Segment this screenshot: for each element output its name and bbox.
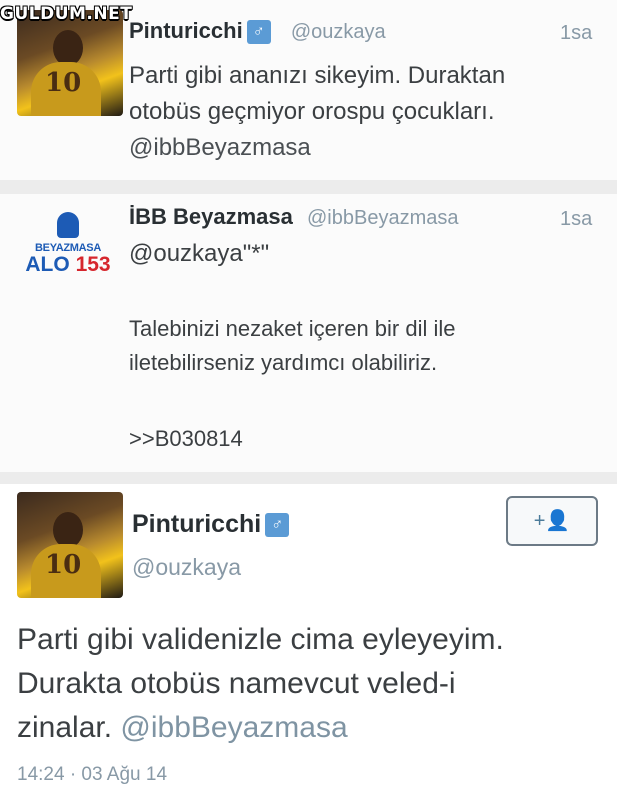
logo-text-alo: ALO 153: [25, 253, 111, 276]
tweet-line: iletebilirseniz yardımcı olabiliriz.: [129, 350, 438, 375]
tweet-time[interactable]: 1sa: [560, 22, 592, 45]
divider: [0, 180, 617, 194]
author-name-text: Pinturicchi: [132, 510, 262, 538]
author-handle[interactable]: @ouzkaya: [291, 21, 386, 43]
site-watermark: GULDUM.NET: [0, 4, 133, 24]
user-avatar[interactable]: 10: [17, 492, 123, 598]
author-name[interactable]: İBB Beyazmasa @ibbBeyazmasa: [129, 204, 458, 230]
gender-icon: ♂: [246, 20, 271, 45]
author-name-text: Pinturicchi: [129, 18, 243, 43]
author-name[interactable]: Pinturicchi ♂ @ouzkaya: [129, 18, 386, 45]
tweet-line: Talebinizi nezaket içeren bir dil ile: [129, 316, 456, 341]
mention-link[interactable]: @ibbBeyazmasa: [120, 711, 347, 744]
jersey-number: 10: [45, 550, 82, 580]
tweet-line: Parti gibi validenizle cima eyleyeyim.: [17, 623, 504, 656]
jersey-number: 10: [45, 68, 82, 98]
add-user-icon: +👤: [533, 510, 571, 532]
author-handle[interactable]: @ouzkaya: [132, 554, 241, 581]
avatar-head: [53, 512, 83, 548]
reference-code: >>B030814: [129, 426, 243, 451]
gender-icon: ♂: [265, 513, 290, 538]
tweet-timestamp[interactable]: 14:24 · 03 Ağu 14: [17, 764, 167, 786]
author-handle[interactable]: @ibbBeyazmasa: [307, 207, 458, 229]
tweet-1: 10 Pinturicchi ♂ @ouzkaya 1sa Parti gibi …: [0, 0, 617, 180]
tweet-line: Durakta otobüs namevcut veled-i: [17, 667, 456, 700]
author-name[interactable]: Pinturicchi ♂: [132, 510, 290, 539]
mention-link[interactable]: @ibbBeyazmasa: [129, 130, 505, 166]
avatar-head: [53, 30, 83, 66]
author-name-text: İBB Beyazmasa: [129, 204, 293, 229]
tweet-body: Talebinizi nezaket içeren bir dil ile il…: [129, 312, 456, 380]
tweet-body: Parti gibi validenizle cima eyleyeyim. D…: [17, 618, 504, 750]
ibb-beyazmasa-logo[interactable]: BEYAZMASA ALO 153: [18, 212, 118, 302]
tweet-line: otobüs geçmiyor orospu çocukları.: [129, 98, 495, 125]
user-avatar[interactable]: 10: [17, 10, 123, 116]
ibb-emblem-icon: [57, 212, 79, 238]
tweet-line: Parti gibi ananızı sikeyim. Duraktan: [129, 62, 506, 89]
tweet-body: Parti gibi ananızı sikeyim. Duraktan oto…: [129, 58, 505, 166]
reply-to-mention[interactable]: @ouzkaya"*": [129, 240, 269, 268]
tweet-line: zinalar. @ibbBeyazmasa: [17, 711, 348, 744]
divider: [0, 472, 617, 484]
follow-button[interactable]: +👤: [506, 496, 598, 546]
tweet-time[interactable]: 1sa: [560, 208, 592, 231]
